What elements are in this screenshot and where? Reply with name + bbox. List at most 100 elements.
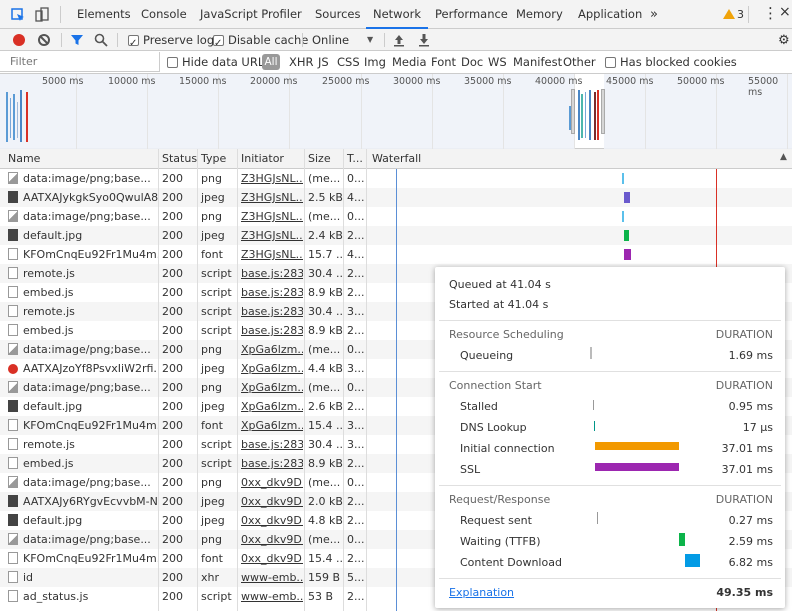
- device-toolbar-icon[interactable]: [34, 7, 50, 23]
- row-initiator-link[interactable]: base.js:2831: [237, 302, 303, 321]
- row-name[interactable]: remote.js: [8, 435, 158, 454]
- customize-menu-icon[interactable]: ⋮: [763, 5, 778, 21]
- row-name[interactable]: remote.js: [8, 264, 158, 283]
- row-name[interactable]: default.jpg: [8, 226, 158, 245]
- row-name[interactable]: AATXAJzoYf8PsvxIiW2rfi...: [8, 359, 158, 378]
- row-name[interactable]: default.jpg: [8, 397, 158, 416]
- filter-type-font[interactable]: Font: [431, 51, 456, 74]
- more-tabs-button[interactable]: »: [650, 0, 658, 29]
- export-har-icon[interactable]: [417, 33, 431, 47]
- has-blocked-cookies-checkbox[interactable]: Has blocked cookies: [605, 51, 737, 74]
- row-name[interactable]: data:image/png;base...: [8, 530, 158, 549]
- sort-arrow-icon[interactable]: ▲: [780, 152, 787, 162]
- throttling-select[interactable]: Online ▼: [312, 29, 378, 51]
- row-initiator-link[interactable]: base.js:2831: [237, 321, 303, 340]
- column-header-name[interactable]: Name: [4, 149, 40, 169]
- disable-cache-checkbox[interactable]: Disable cache: [213, 29, 308, 55]
- row-initiator-link[interactable]: base.js:2831: [237, 264, 303, 283]
- row-name[interactable]: KFOmCnqEu92Fr1Mu4m...: [8, 549, 158, 568]
- column-header-type[interactable]: Type: [197, 149, 226, 169]
- network-overview-timeline[interactable]: 5000 ms 10000 ms 15000 ms 20000 ms 25000…: [0, 74, 792, 149]
- row-name[interactable]: remote.js: [8, 302, 158, 321]
- checkbox-unchecked-icon[interactable]: [167, 57, 178, 68]
- warnings-badge[interactable]: 3: [723, 8, 744, 21]
- search-icon[interactable]: [94, 33, 108, 47]
- row-name[interactable]: AATXAJykgkSyo0QwulA8...: [8, 188, 158, 207]
- row-initiator-link[interactable]: Z3HGJsNL...: [237, 169, 303, 188]
- waterfall-bar[interactable]: [624, 192, 630, 203]
- overview-left-handle[interactable]: [571, 89, 575, 134]
- filter-type-xhr[interactable]: XHR: [289, 51, 314, 74]
- tab-performance[interactable]: Performance: [435, 0, 508, 29]
- row-initiator-link[interactable]: www-emb...: [237, 568, 303, 587]
- row-initiator-link[interactable]: 0xx_dkv9D...: [237, 530, 303, 549]
- column-header-status[interactable]: Status: [158, 149, 197, 169]
- waterfall-bar[interactable]: [622, 211, 624, 222]
- filter-type-manifest[interactable]: Manifest: [513, 51, 562, 74]
- tab-javascript-profiler[interactable]: JavaScript Profiler: [200, 0, 302, 29]
- waterfall-bar[interactable]: [624, 230, 629, 241]
- tab-memory[interactable]: Memory: [516, 0, 563, 29]
- inspect-element-icon[interactable]: [10, 7, 26, 23]
- row-name[interactable]: embed.js: [8, 454, 158, 473]
- filter-type-img[interactable]: Img: [364, 51, 386, 74]
- clear-icon[interactable]: [38, 34, 50, 46]
- row-initiator-link[interactable]: XpGa6lzm...: [237, 416, 303, 435]
- waterfall-bar[interactable]: [624, 249, 631, 260]
- filter-icon[interactable]: [70, 33, 84, 47]
- row-name[interactable]: embed.js: [8, 283, 158, 302]
- filter-input[interactable]: [0, 52, 160, 72]
- explanation-link[interactable]: Explanation: [449, 586, 514, 599]
- row-initiator-link[interactable]: XpGa6lzm...: [237, 359, 303, 378]
- checkbox-unchecked-icon[interactable]: [605, 57, 616, 68]
- network-settings-gear-icon[interactable]: ⚙: [778, 33, 790, 48]
- row-initiator-link[interactable]: base.js:2831: [237, 283, 303, 302]
- row-name[interactable]: id: [8, 568, 158, 587]
- row-initiator-link[interactable]: 0xx_dkv9D...: [237, 473, 303, 492]
- filter-type-all[interactable]: All: [262, 54, 280, 70]
- overview-right-handle[interactable]: [601, 89, 605, 134]
- row-initiator-link[interactable]: XpGa6lzm...: [237, 340, 303, 359]
- column-header-initiator[interactable]: Initiator: [237, 149, 284, 169]
- record-button[interactable]: [13, 34, 25, 46]
- column-header-size[interactable]: Size: [304, 149, 331, 169]
- row-initiator-link[interactable]: 0xx_dkv9D...: [237, 492, 303, 511]
- row-initiator-link[interactable]: Z3HGJsNL...: [237, 188, 303, 207]
- tab-console[interactable]: Console: [141, 0, 187, 29]
- filter-type-other[interactable]: Other: [563, 51, 596, 74]
- column-header-waterfall[interactable]: Waterfall: [368, 149, 421, 169]
- row-initiator-link[interactable]: Z3HGJsNL...: [237, 207, 303, 226]
- row-name[interactable]: KFOmCnqEu92Fr1Mu4m...: [8, 416, 158, 435]
- row-name[interactable]: AATXAJy6RYgvEcvvbM-N...: [8, 492, 158, 511]
- row-name[interactable]: data:image/png;base...: [8, 378, 158, 397]
- row-initiator-link[interactable]: Z3HGJsNL...: [237, 245, 303, 264]
- row-name[interactable]: data:image/png;base...: [8, 169, 158, 188]
- tab-network[interactable]: Network: [366, 0, 429, 29]
- row-initiator-link[interactable]: base.js:2831: [237, 435, 303, 454]
- hide-data-urls-checkbox[interactable]: Hide data URLs: [167, 51, 270, 74]
- tab-application[interactable]: Application: [578, 0, 642, 29]
- preserve-log-checkbox[interactable]: Preserve log: [128, 29, 214, 55]
- row-initiator-link[interactable]: base.js:2831: [237, 454, 303, 473]
- row-name[interactable]: embed.js: [8, 321, 158, 340]
- import-har-icon[interactable]: [392, 33, 406, 47]
- row-initiator-link[interactable]: www-emb...: [237, 587, 303, 606]
- filter-type-js[interactable]: JS: [318, 51, 329, 74]
- row-name[interactable]: default.jpg: [8, 511, 158, 530]
- tab-elements[interactable]: Elements: [77, 0, 131, 29]
- row-name[interactable]: data:image/png;base...: [8, 207, 158, 226]
- close-devtools-icon[interactable]: ×: [779, 4, 791, 20]
- row-initiator-link[interactable]: 0xx_dkv9D...: [237, 549, 303, 568]
- checkbox-checked-icon[interactable]: [213, 33, 224, 55]
- row-initiator-link[interactable]: XpGa6lzm...: [237, 397, 303, 416]
- row-name[interactable]: ad_status.js: [8, 587, 158, 606]
- waterfall-bar[interactable]: [622, 173, 624, 184]
- filter-type-doc[interactable]: Doc: [461, 51, 483, 74]
- checkbox-checked-icon[interactable]: [128, 33, 139, 55]
- tab-sources[interactable]: Sources: [315, 0, 361, 29]
- filter-type-ws[interactable]: WS: [488, 51, 507, 74]
- row-name[interactable]: KFOmCnqEu92Fr1Mu4m...: [8, 245, 158, 264]
- column-header-time[interactable]: T...: [343, 149, 363, 169]
- filter-type-media[interactable]: Media: [392, 51, 427, 74]
- row-initiator-link[interactable]: XpGa6lzm...: [237, 378, 303, 397]
